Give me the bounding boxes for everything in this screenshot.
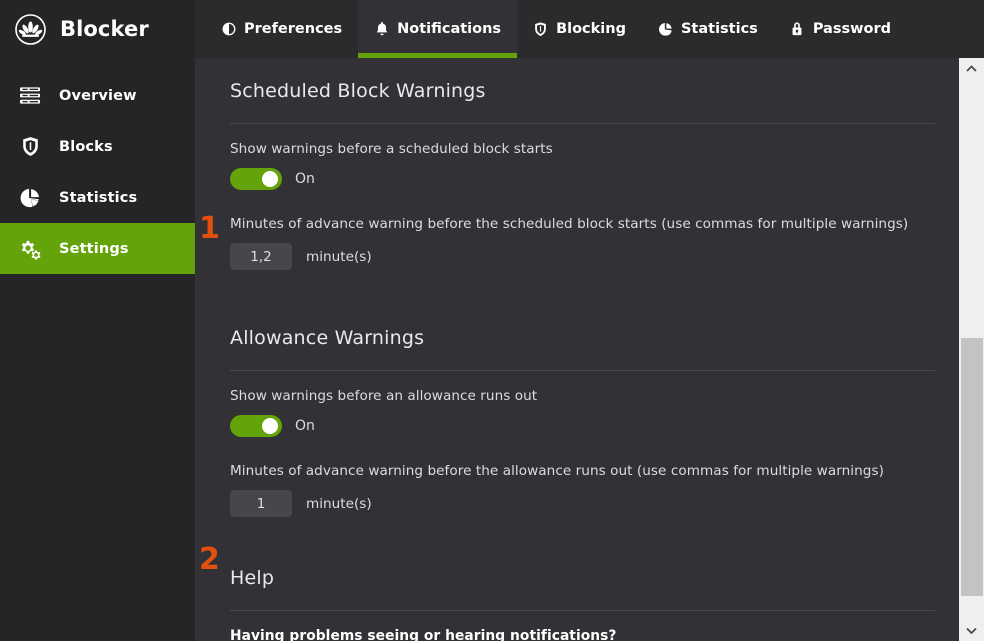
chevron-up-icon <box>966 65 977 72</box>
scheduled-minutes-label: Minutes of advance warning before the sc… <box>230 216 909 232</box>
scrollbar-down-button[interactable] <box>959 620 984 641</box>
vertical-scrollbar[interactable] <box>959 58 984 641</box>
scheduled-toggle-row: On <box>230 168 957 190</box>
allowance-toggle-state: On <box>295 418 315 434</box>
settings-panel: Scheduled Block Warnings Show warnings b… <box>195 58 984 641</box>
main-area: Preferences Notifications Blocking Stati… <box>195 0 984 641</box>
scrollbar-up-button[interactable] <box>959 58 984 79</box>
scheduled-toggle-state: On <box>295 171 315 187</box>
tab-statistics[interactable]: Statistics <box>642 0 774 58</box>
sidebar: Blocker Overview Blocks Statistics Setti… <box>0 0 195 641</box>
sidebar-item-label: Settings <box>59 240 129 257</box>
tab-password[interactable]: Password <box>774 0 907 58</box>
pie-chart-icon <box>17 186 43 210</box>
application-window: Blocker Overview Blocks Statistics Setti… <box>0 0 984 641</box>
contrast-circle-icon <box>221 21 236 38</box>
help-question: Having problems seeing or hearing notifi… <box>230 628 617 641</box>
toggle-knob <box>262 418 278 434</box>
brand-name: Blocker <box>60 17 149 41</box>
shield-icon <box>17 135 43 159</box>
divider <box>230 370 935 371</box>
tab-label: Password <box>812 21 891 37</box>
settings-panel-content: Scheduled Block Warnings Show warnings b… <box>195 58 957 641</box>
tab-bar: Preferences Notifications Blocking Stati… <box>195 0 984 58</box>
allowance-toggle-row: On <box>230 415 957 437</box>
allowance-minutes-row: minute(s) <box>230 490 957 517</box>
list-lines-icon <box>17 84 43 108</box>
chevron-down-icon <box>966 627 977 634</box>
section-heading-allowance: Allowance Warnings <box>230 327 425 349</box>
tab-label: Blocking <box>556 21 626 37</box>
pie-chart-icon <box>658 21 673 38</box>
sidebar-item-overview[interactable]: Overview <box>0 70 195 121</box>
allowance-minutes-input[interactable] <box>230 490 292 517</box>
tab-label: Statistics <box>680 21 758 37</box>
tab-blocking[interactable]: Blocking <box>517 0 642 58</box>
scheduled-minutes-unit: minute(s) <box>306 248 372 265</box>
tab-notifications[interactable]: Notifications <box>358 0 518 58</box>
sidebar-item-blocks[interactable]: Blocks <box>0 121 195 172</box>
sidebar-nav: Overview Blocks Statistics Settings <box>0 70 195 274</box>
tab-preferences[interactable]: Preferences <box>205 0 358 58</box>
divider <box>230 123 935 124</box>
sidebar-item-statistics[interactable]: Statistics <box>0 172 195 223</box>
sidebar-item-label: Blocks <box>59 138 113 155</box>
bell-icon <box>374 21 389 38</box>
scheduled-toggle-label: Show warnings before a scheduled block s… <box>230 141 553 157</box>
tab-label: Preferences <box>244 21 343 37</box>
section-heading-help: Help <box>230 567 275 589</box>
toggle-knob <box>262 171 278 187</box>
allowance-toggle-label: Show warnings before an allowance runs o… <box>230 388 538 404</box>
scheduled-minutes-row: minute(s) <box>230 243 957 270</box>
sidebar-item-settings[interactable]: Settings <box>0 223 195 274</box>
scheduled-minutes-input[interactable] <box>230 243 292 270</box>
lock-icon <box>790 21 805 38</box>
gears-icon <box>17 237 43 261</box>
scrollbar-thumb[interactable] <box>961 338 983 596</box>
scheduled-warnings-toggle[interactable] <box>230 168 282 190</box>
shield-icon <box>533 21 548 38</box>
section-heading-scheduled: Scheduled Block Warnings <box>230 80 486 102</box>
allowance-minutes-unit: minute(s) <box>306 495 372 512</box>
sidebar-item-label: Statistics <box>59 189 138 206</box>
lotus-circle-logo-icon <box>14 13 47 46</box>
divider <box>230 610 935 611</box>
allowance-warnings-toggle[interactable] <box>230 415 282 437</box>
tab-label: Notifications <box>397 21 502 37</box>
sidebar-item-label: Overview <box>59 87 137 104</box>
brand: Blocker <box>0 0 195 58</box>
allowance-minutes-label: Minutes of advance warning before the al… <box>230 463 884 479</box>
